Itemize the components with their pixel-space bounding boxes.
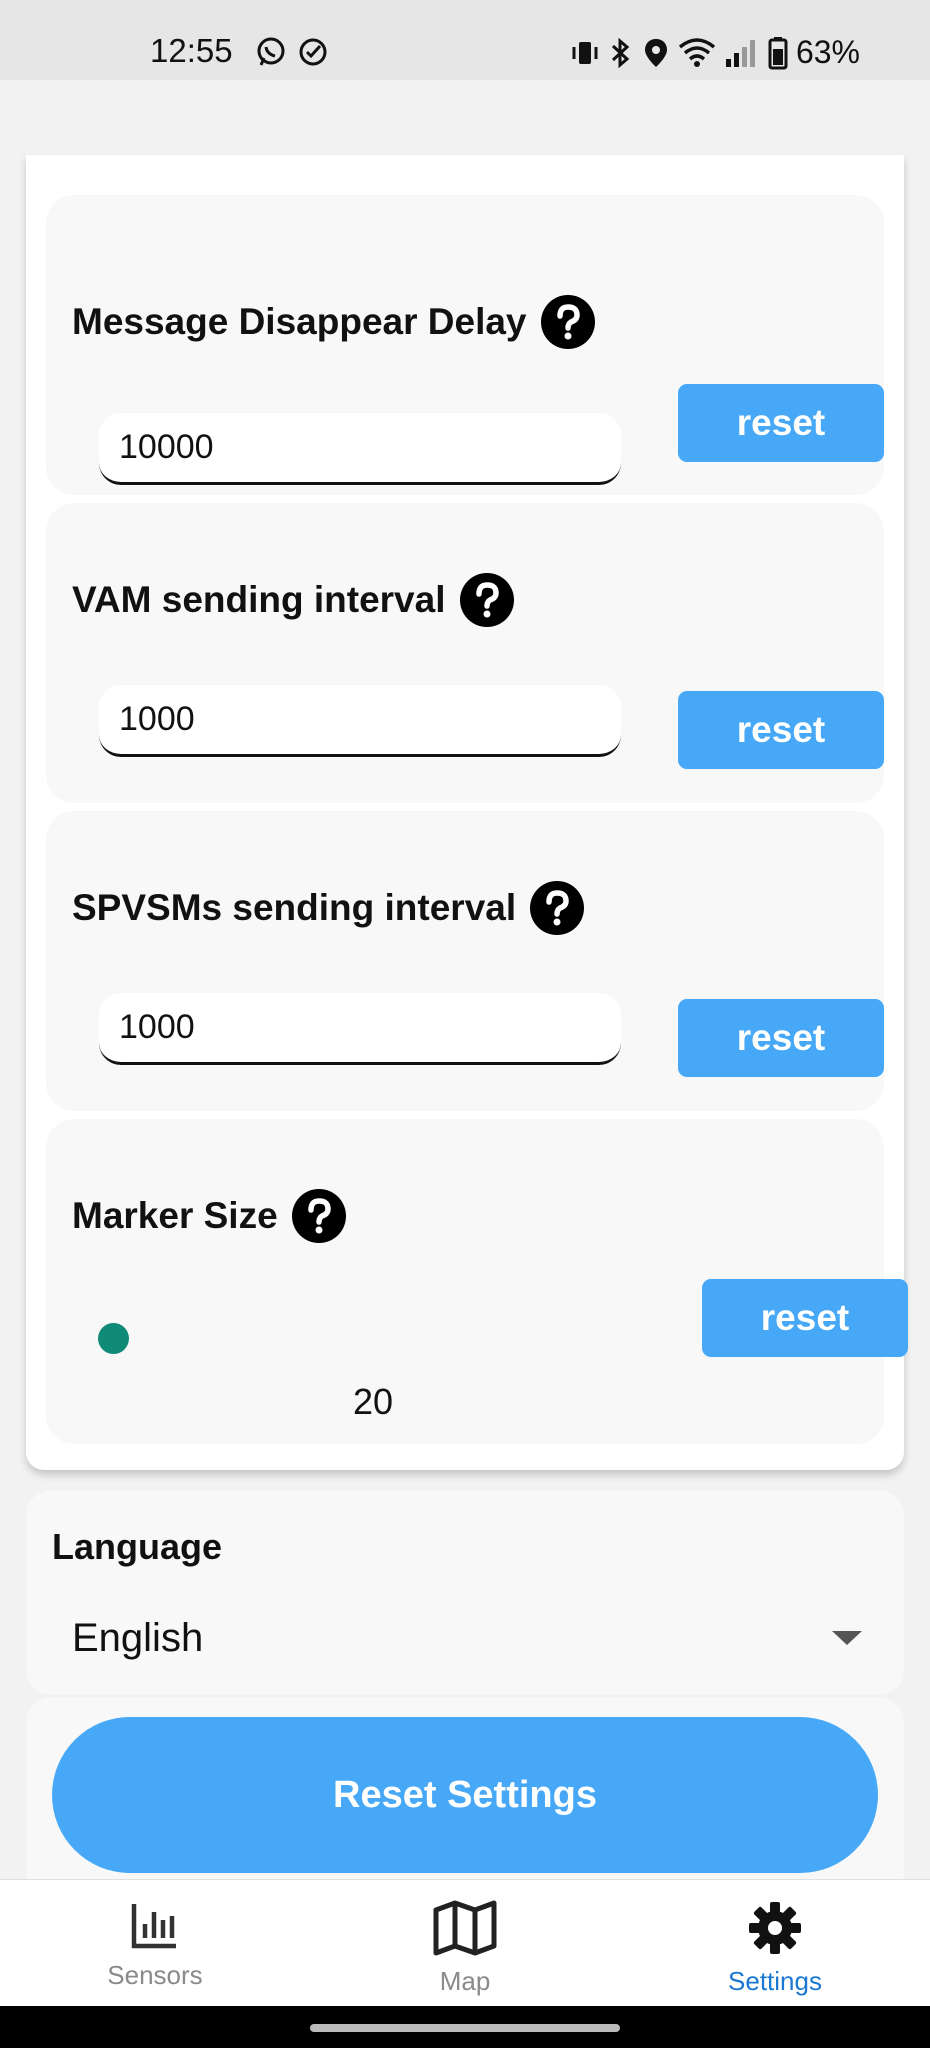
- chevron-down-icon: [832, 1631, 862, 1645]
- vam-sending-interval-input[interactable]: 1000: [99, 685, 621, 757]
- nav-label: Sensors: [107, 1960, 203, 1990]
- message-disappear-delay-input[interactable]: 10000: [99, 413, 621, 485]
- wifi-icon: [678, 37, 716, 67]
- reset-button[interactable]: reset: [702, 1279, 908, 1357]
- setting-label: SPVSMs sending interval: [72, 887, 517, 928]
- help-icon[interactable]: [459, 573, 514, 627]
- language-selected: English: [72, 1615, 204, 1660]
- vibrate-icon: [572, 41, 598, 64]
- nav-item-map[interactable]: Map: [310, 1880, 620, 2006]
- check-circle-icon: [299, 38, 327, 66]
- setting-label: VAM sending interval: [72, 579, 446, 620]
- whatsapp-icon: [257, 37, 285, 66]
- nav-item-sensors[interactable]: Sensors: [0, 1880, 310, 2006]
- bluetooth-icon: [611, 37, 630, 68]
- nav-item-settings[interactable]: Settings: [620, 1880, 930, 2006]
- settings-card: Message Disappear Delay 10000 reset VAM …: [26, 155, 908, 1470]
- setting-label: Message Disappear Delay: [72, 301, 527, 342]
- reset-settings-button[interactable]: Reset Settings: [52, 1717, 878, 1873]
- setting-marker-size: Marker Size 20 reset: [46, 1119, 908, 1444]
- setting-message-disappear-delay: Message Disappear Delay 10000 reset: [46, 195, 884, 495]
- language-dropdown[interactable]: English: [72, 1608, 872, 1668]
- help-icon[interactable]: [530, 881, 585, 935]
- status-bar: 12:55 63%: [0, 0, 930, 80]
- reset-button[interactable]: reset: [678, 691, 884, 769]
- nav-label: Settings: [728, 1966, 822, 1996]
- language-card: Language English: [26, 1490, 904, 1695]
- reset-button[interactable]: reset: [678, 384, 884, 462]
- system-navigation-bar: [0, 2006, 930, 2048]
- bar-chart-icon: [131, 1904, 176, 1949]
- reset-settings-card: Reset Settings: [26, 1697, 904, 1880]
- reset-button[interactable]: reset: [678, 999, 884, 1077]
- setting-label: Marker Size: [72, 1195, 278, 1236]
- help-icon[interactable]: [540, 295, 595, 349]
- signal-icon: [725, 39, 755, 67]
- marker-size-slider-thumb[interactable]: [98, 1323, 129, 1354]
- setting-spvsms-sending-interval: SPVSMs sending interval 1000 reset: [46, 811, 884, 1111]
- marker-size-value: 20: [353, 1381, 394, 1422]
- settings-content[interactable]: Message Disappear Delay 10000 reset VAM …: [0, 80, 930, 1880]
- spvsms-sending-interval-input[interactable]: 1000: [99, 993, 621, 1065]
- gear-icon: [749, 1902, 801, 1954]
- battery-icon: [768, 36, 788, 69]
- status-time: 12:55: [150, 32, 233, 69]
- location-icon: [644, 38, 667, 67]
- battery-percentage: 63%: [795, 34, 860, 70]
- language-title: Language: [52, 1526, 223, 1567]
- nav-label: Map: [439, 1966, 491, 1996]
- map-icon: [433, 1900, 497, 1956]
- home-gesture-pill[interactable]: [310, 2024, 620, 2032]
- bottom-navigation: Sensors Map Settings: [0, 1879, 930, 2006]
- help-icon[interactable]: [291, 1189, 346, 1243]
- setting-vam-sending-interval: VAM sending interval 1000 reset: [46, 503, 884, 803]
